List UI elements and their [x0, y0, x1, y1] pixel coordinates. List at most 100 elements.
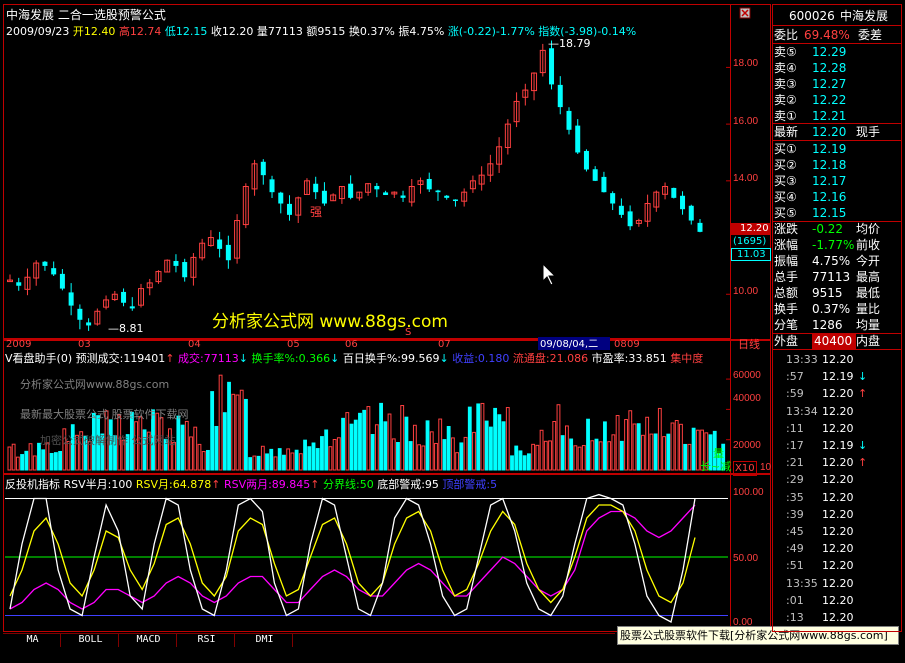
- vol-pe: 市盈率:33.851: [591, 352, 667, 365]
- ind-top-warn: 顶部警戒:5: [442, 478, 498, 491]
- volume-bar: [370, 434, 375, 471]
- tab-ma[interactable]: MA: [5, 634, 61, 647]
- y-tick-14: 14.00: [733, 173, 759, 184]
- current-price-2: 11.03: [737, 249, 766, 260]
- volume-bar: [15, 456, 20, 471]
- volume-bar: [70, 424, 75, 471]
- volume-bar: [484, 420, 489, 471]
- stat-label: 涨跌: [774, 222, 799, 236]
- candle-body: [77, 308, 83, 320]
- bid-label: 买④: [774, 190, 797, 204]
- volume-bar: [434, 442, 438, 471]
- volume-bar: [252, 455, 257, 471]
- ghost-text-1: 分析家公式网www.88gs.com: [20, 378, 170, 391]
- tick-price: 12.20: [822, 593, 854, 607]
- volume-bar: [374, 424, 379, 471]
- x-tick-07: 07: [438, 339, 451, 350]
- ghost-text-3: 加密公式破解制作 公式网站: [40, 434, 176, 447]
- volume-bar: [383, 421, 388, 471]
- tick-time: :29: [786, 473, 804, 487]
- tick-price: 12.20: [822, 576, 854, 590]
- volume-bar: [645, 416, 650, 471]
- volume-bar: [189, 436, 193, 471]
- volume-bar: [488, 426, 493, 471]
- ind-tick-50: 50.00: [733, 553, 759, 564]
- volume-bar: [455, 452, 460, 471]
- vol-float: 流通盘:21.086: [512, 352, 589, 365]
- volume-bar: [408, 441, 413, 471]
- volume-bar: [222, 412, 227, 471]
- bid-value: 12.15: [812, 206, 847, 220]
- volume-bar: [11, 443, 16, 471]
- candle-body: [16, 282, 22, 286]
- candle-body: [269, 179, 275, 193]
- period-label[interactable]: 日线: [738, 338, 760, 351]
- volume-bar: [184, 420, 189, 471]
- header-open: 开12.40: [72, 25, 116, 38]
- tick-time: 13:34: [786, 404, 818, 418]
- tick-time: :59: [786, 387, 804, 401]
- tab-boll[interactable]: BOLL: [63, 634, 119, 647]
- vol-title: V看盘助手(0): [5, 352, 73, 365]
- stock-name: 中海发展: [840, 9, 889, 23]
- tick-price: 12.20: [822, 611, 854, 624]
- tick-arrow: ↑: [858, 456, 868, 470]
- volume-bar: [28, 443, 33, 471]
- ind-title: 反投机指标: [5, 478, 60, 491]
- tab-rsi[interactable]: RSI: [179, 634, 235, 647]
- tick-price: 12.20: [822, 387, 854, 401]
- volume-bar: [231, 393, 236, 471]
- volume-bar: [552, 420, 557, 471]
- tick-price: 12.20: [822, 559, 854, 573]
- y-tick-16: 16.00: [733, 116, 759, 127]
- volume-bar: [526, 453, 531, 471]
- bid-value: 12.18: [812, 158, 847, 172]
- vol-tick-20000: 20000: [733, 440, 761, 451]
- candle-body: [182, 262, 188, 278]
- stat-right-label: 前收: [856, 238, 881, 252]
- x-tick-06: 06: [345, 339, 358, 350]
- volume-bar: [510, 455, 514, 471]
- candle-body: [610, 193, 616, 204]
- tick-time: :45: [786, 525, 804, 538]
- stat-right-label: 今开: [856, 254, 881, 268]
- volume-bar: [463, 436, 468, 471]
- volume-bar: [493, 407, 498, 471]
- volume-bar: [569, 438, 574, 471]
- tick-time: :57: [786, 370, 804, 384]
- bid-label: 买③: [774, 174, 797, 188]
- tick-time: 13:35: [786, 576, 818, 590]
- x-cursor-date: 09/08/04,二: [540, 339, 599, 350]
- stat-value: 0.37%: [812, 302, 851, 316]
- y-tick-18: 18.00: [733, 58, 759, 69]
- volume-bar: [235, 394, 240, 471]
- ask-value: 12.28: [812, 61, 847, 75]
- volume-bar: [298, 453, 303, 471]
- stat-value: -1.77%: [812, 238, 855, 252]
- volume-bar: [560, 435, 565, 471]
- volume-panel-header: V看盘助手(0) 预测成交:119401↑ 成交:77113↓ 换手率%:0.3…: [5, 352, 704, 365]
- volume-bar: [307, 446, 312, 471]
- ghost-text-2: 最新最大股票公式 股票软件下载网: [20, 408, 189, 421]
- volume-bar: [265, 453, 269, 471]
- tab-macd[interactable]: MACD: [121, 634, 177, 647]
- volume-bar: [320, 436, 324, 471]
- tick-time: :21: [786, 456, 804, 470]
- tab-dmi[interactable]: DMI: [237, 634, 293, 647]
- candle-body: [444, 195, 450, 198]
- bid-value: 12.17: [812, 174, 847, 188]
- ask-value: 12.21: [812, 109, 847, 123]
- volume-bar: [615, 415, 620, 471]
- tick-arrow: ↑: [858, 387, 868, 401]
- stat-right-label: 均量: [856, 318, 881, 332]
- tick-time: :49: [786, 542, 804, 556]
- volume-bar: [653, 433, 658, 471]
- candle-body: [697, 222, 703, 232]
- stat-label: 分笔: [774, 318, 799, 332]
- candle-body: [452, 199, 458, 202]
- current-price: 12.20: [740, 223, 769, 234]
- volume-bar: [32, 455, 37, 471]
- candle-body: [86, 322, 92, 326]
- tick-time: :01: [786, 593, 804, 607]
- volume-bar: [24, 450, 29, 471]
